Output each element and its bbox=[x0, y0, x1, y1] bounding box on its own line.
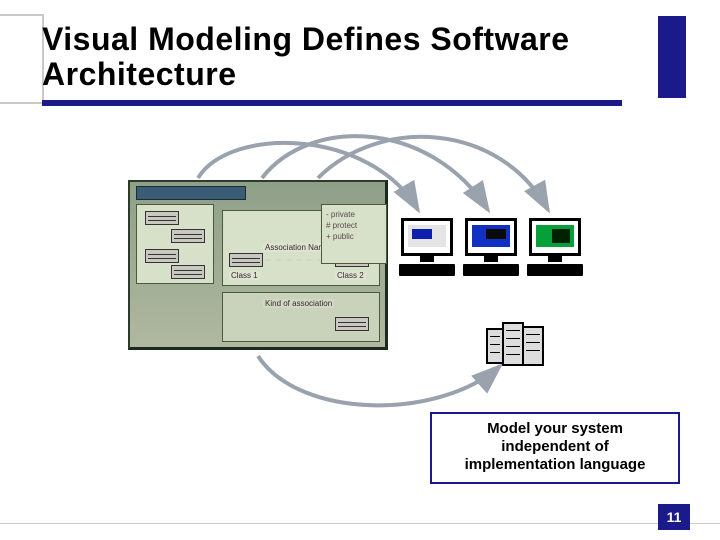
page-title: Visual Modeling Defines Software Archite… bbox=[42, 22, 570, 92]
workstation-icon bbox=[526, 218, 584, 276]
caption-line: Model your system bbox=[442, 420, 668, 438]
kind-label: Kind of association bbox=[263, 299, 334, 308]
server-rack-icon bbox=[486, 322, 546, 370]
title-line2: Architecture bbox=[42, 56, 237, 92]
accent-box bbox=[658, 16, 686, 98]
class-box-icon bbox=[145, 249, 179, 263]
class1-label: Class 1 bbox=[229, 271, 260, 280]
diagram-heading bbox=[136, 186, 246, 200]
legend-line: + public bbox=[326, 231, 382, 242]
diagram-panel-bottom: Kind of association bbox=[222, 292, 380, 342]
diagram-panel-left bbox=[136, 204, 214, 284]
slide: Visual Modeling Defines Software Archite… bbox=[0, 0, 720, 540]
caption-line: implementation language bbox=[442, 456, 668, 474]
class-box-icon bbox=[145, 211, 179, 225]
footer-rule bbox=[0, 518, 720, 524]
class-box-icon bbox=[335, 317, 369, 331]
class2-label: Class 2 bbox=[335, 271, 366, 280]
legend-line: # protect bbox=[326, 220, 382, 231]
page-number: 11 bbox=[658, 504, 690, 530]
class-box-icon bbox=[171, 265, 205, 279]
title-line1: Visual Modeling Defines Software bbox=[42, 21, 570, 57]
workstation-icon bbox=[398, 218, 456, 276]
class-box-icon bbox=[229, 253, 263, 267]
caption-line: independent of bbox=[442, 438, 668, 456]
legend-panel: - private # protect + public bbox=[321, 204, 387, 264]
modeling-diagram: Class 1 Class 2 Association Name Kind of… bbox=[128, 180, 388, 350]
class-box-icon bbox=[171, 229, 205, 243]
legend-line: - private bbox=[326, 209, 382, 220]
workstation-icon bbox=[462, 218, 520, 276]
title-underline bbox=[42, 100, 622, 106]
caption-box: Model your system independent of impleme… bbox=[430, 412, 680, 484]
side-outline bbox=[0, 14, 44, 104]
